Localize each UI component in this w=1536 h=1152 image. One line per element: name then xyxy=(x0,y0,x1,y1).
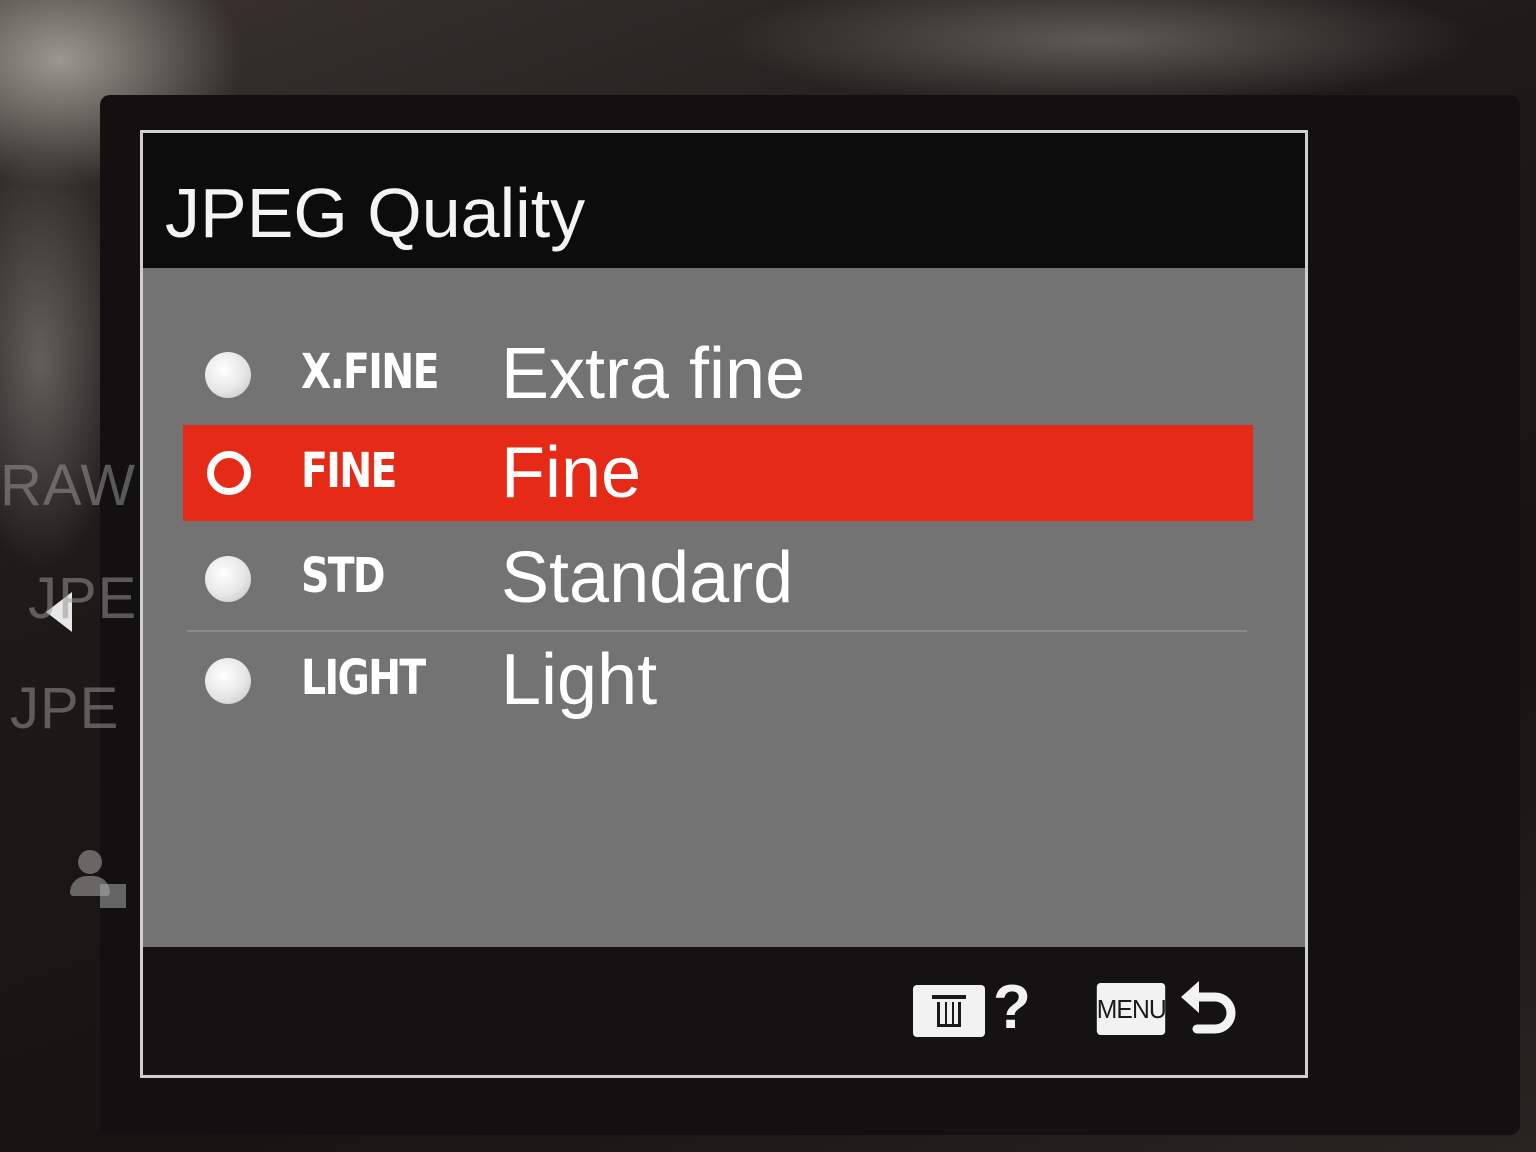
option-extra-fine[interactable]: X.FINE Extra fine xyxy=(183,326,1251,422)
option-light[interactable]: LIGHT Light xyxy=(183,632,1251,728)
option-label: Light xyxy=(501,640,658,720)
background-label-jpeg-1: JPE xyxy=(28,566,138,631)
trash-icon xyxy=(932,995,966,1027)
option-label: Standard xyxy=(501,538,794,618)
radio-button[interactable] xyxy=(205,658,251,704)
back-arrow-icon[interactable] xyxy=(1179,975,1239,1045)
option-standard[interactable]: STD Standard xyxy=(183,530,1251,626)
option-fine[interactable]: FINE Fine xyxy=(183,425,1253,521)
option-abbreviation: STD xyxy=(301,548,386,604)
option-label: Fine xyxy=(501,433,642,513)
option-abbreviation: LIGHT xyxy=(301,650,426,706)
option-label: Extra fine xyxy=(501,334,806,414)
option-abbreviation: FINE xyxy=(301,443,397,499)
page-title: JPEG Quality xyxy=(165,174,586,252)
radio-button[interactable] xyxy=(205,556,251,602)
background-label-raw: RAW xyxy=(0,453,137,518)
help-question-mark: ? xyxy=(993,973,1031,1042)
option-abbreviation: X.FINE xyxy=(301,344,439,400)
radio-button-selected[interactable] xyxy=(207,451,251,495)
menu-header: JPEG Quality xyxy=(143,133,1305,268)
help-button[interactable] xyxy=(913,985,985,1037)
menu-back-button[interactable]: MENU xyxy=(1096,983,1167,1035)
menu-footer: ? MENU xyxy=(143,947,1305,1075)
person-icon xyxy=(70,850,130,910)
radio-button[interactable] xyxy=(205,352,251,398)
background-label-jpeg-2: JPE xyxy=(10,676,120,741)
jpeg-quality-menu: JPEG Quality X.FINE Extra fine FINE Fine… xyxy=(140,130,1308,1078)
